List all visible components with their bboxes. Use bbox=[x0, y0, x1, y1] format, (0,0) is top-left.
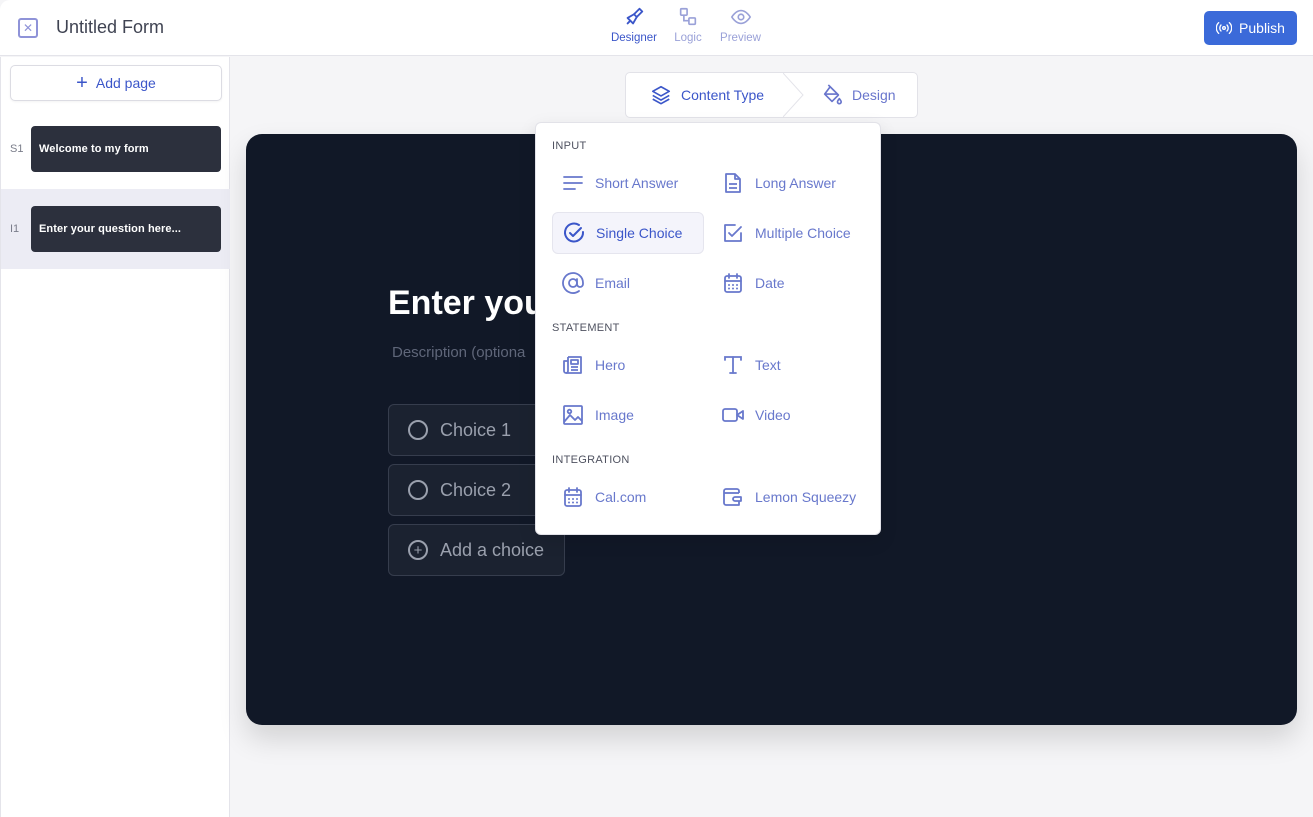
image-icon bbox=[563, 405, 583, 425]
add-page-button[interactable]: + Add page bbox=[10, 65, 222, 101]
mode-switcher: Designer Logic Preview bbox=[600, 6, 773, 44]
menu-item-video[interactable]: Video bbox=[712, 394, 864, 436]
page-index: S1 bbox=[10, 143, 24, 155]
pages-sidebar: + Add page S1 Welcome to my form I1 Ente… bbox=[0, 57, 230, 817]
menu-item-lemon-squeezy[interactable]: Lemon Squeezy bbox=[712, 476, 864, 518]
menu-item-label: Video bbox=[755, 407, 791, 423]
menu-item-text[interactable]: Text bbox=[712, 344, 864, 386]
step-content-type-label: Content Type bbox=[681, 87, 765, 103]
wallet-icon bbox=[723, 488, 742, 506]
tab-logic-label: Logic bbox=[674, 32, 702, 44]
menu-item-label: Hero bbox=[595, 357, 626, 373]
question-description[interactable]: Description (optiona bbox=[392, 344, 525, 361]
page-item-selected[interactable]: I1 Enter your question here... bbox=[1, 189, 230, 269]
page-item[interactable]: S1 Welcome to my form bbox=[1, 109, 230, 189]
add-choice-label: Add a choice bbox=[440, 539, 545, 560]
menu-item-short-answer[interactable]: Short Answer bbox=[552, 162, 704, 204]
menu-item-label: Cal.com bbox=[595, 489, 647, 505]
menu-item-label: Multiple Choice bbox=[755, 225, 851, 241]
choice-label: Choice 1 bbox=[440, 419, 512, 440]
step-content-type[interactable]: Content Type bbox=[650, 84, 764, 106]
menu-item-label: Text bbox=[755, 357, 781, 373]
radio-icon bbox=[408, 480, 428, 500]
menu-item-label: Short Answer bbox=[595, 175, 679, 191]
menu-item-multiple-choice[interactable]: Multiple Choice bbox=[712, 212, 864, 254]
tab-designer-label: Designer bbox=[610, 32, 658, 44]
tab-logic[interactable]: Logic bbox=[668, 6, 708, 44]
menu-item-email[interactable]: Email bbox=[552, 262, 704, 304]
tab-designer[interactable]: Designer bbox=[600, 6, 668, 44]
layers-icon bbox=[651, 85, 671, 105]
menu-item-label: Image bbox=[595, 407, 634, 423]
menu-item-date[interactable]: Date bbox=[712, 262, 864, 304]
menu-item-cal-com[interactable]: Cal.com bbox=[552, 476, 704, 518]
menu-item-label: Lemon Squeezy bbox=[755, 489, 857, 505]
tab-preview-label: Preview bbox=[720, 32, 761, 44]
step-breadcrumb: Content Type Design bbox=[625, 72, 918, 118]
text-type-icon bbox=[724, 356, 742, 374]
square-check-icon bbox=[724, 224, 742, 242]
step-design-label: Design bbox=[852, 87, 896, 103]
publish-label: Publish bbox=[1239, 20, 1285, 36]
tab-preview[interactable]: Preview bbox=[708, 6, 773, 44]
section-label-input: INPUT bbox=[552, 140, 587, 152]
eye-icon bbox=[730, 9, 751, 25]
menu-item-single-choice[interactable]: Single Choice bbox=[552, 212, 704, 254]
step-design[interactable]: Design bbox=[821, 84, 896, 106]
question-title[interactable]: Enter you bbox=[388, 284, 545, 323]
calendar-icon bbox=[564, 487, 582, 507]
page-index: I1 bbox=[10, 223, 20, 235]
page-thumbnail: Enter your question here... bbox=[31, 206, 221, 252]
top-bar: ✕ Untitled Form Designer Logic Preview P… bbox=[0, 0, 1313, 56]
menu-item-hero[interactable]: Hero bbox=[552, 344, 704, 386]
page-thumbnail: Welcome to my form bbox=[31, 126, 221, 172]
content-type-menu: INPUT Short Answer Long Answer Single Ch… bbox=[535, 122, 881, 535]
radio-icon bbox=[408, 420, 428, 440]
plus-icon: + bbox=[76, 72, 88, 94]
close-icon[interactable]: ✕ bbox=[18, 18, 38, 38]
calendar-icon bbox=[724, 273, 742, 293]
short-text-icon bbox=[563, 176, 583, 190]
publish-button[interactable]: Publish bbox=[1204, 11, 1297, 45]
menu-item-long-answer[interactable]: Long Answer bbox=[712, 162, 864, 204]
form-title[interactable]: Untitled Form bbox=[56, 17, 164, 38]
newspaper-icon bbox=[563, 356, 582, 374]
add-page-label: Add page bbox=[95, 75, 156, 91]
brush-icon bbox=[626, 7, 644, 25]
section-label-statement: STATEMENT bbox=[552, 322, 620, 334]
menu-item-label: Email bbox=[595, 275, 631, 291]
logic-nodes-icon bbox=[679, 7, 697, 26]
menu-item-label: Single Choice bbox=[596, 225, 683, 241]
broadcast-icon bbox=[1216, 22, 1233, 34]
menu-item-label: Long Answer bbox=[755, 175, 836, 191]
menu-item-image[interactable]: Image bbox=[552, 394, 704, 436]
choice-label: Choice 2 bbox=[440, 479, 512, 500]
section-label-integration: INTEGRATION bbox=[552, 454, 630, 466]
video-icon bbox=[722, 408, 744, 422]
menu-item-label: Date bbox=[755, 275, 785, 291]
document-icon bbox=[725, 173, 741, 193]
paint-bucket-icon bbox=[823, 84, 842, 105]
plus-circle-icon: + bbox=[408, 540, 428, 560]
chevron-separator bbox=[783, 73, 804, 117]
at-sign-icon bbox=[562, 272, 584, 294]
circle-check-icon bbox=[564, 222, 585, 243]
